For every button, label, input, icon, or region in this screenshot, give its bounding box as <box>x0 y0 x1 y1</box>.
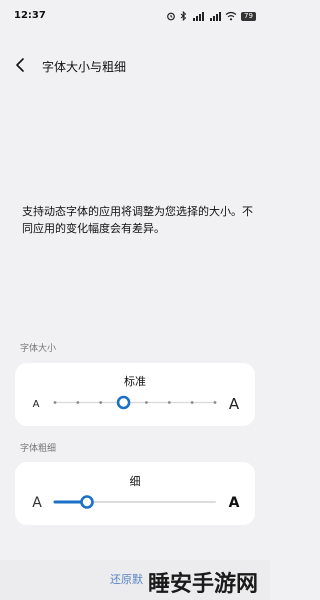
watermark-logo: 睡安手游网 <box>148 572 259 597</box>
font-weight-card: 细 A A <box>15 462 255 525</box>
weight-slider-thumb[interactable] <box>80 495 94 509</box>
large-a-glyph: A <box>229 395 240 413</box>
font-weight-slider[interactable]: A A <box>15 490 255 520</box>
font-size-slider[interactable]: A A <box>15 391 255 421</box>
back-button[interactable] <box>14 57 28 73</box>
font-size-card: 标准 A A <box>15 363 255 426</box>
hd-signal-icon <box>191 11 204 21</box>
description-text: 支持动态字体的应用将调整为您选择的大小。不同应用的变化幅度会有差异。 <box>22 205 253 235</box>
slider-step-dot[interactable] <box>190 401 194 404</box>
slider-step-dot[interactable] <box>167 401 171 404</box>
page-title: 字体大小与粗细 <box>42 60 127 74</box>
bluetooth-icon <box>180 11 187 21</box>
small-a-glyph: A <box>33 399 40 410</box>
slider-step-dot[interactable] <box>145 401 148 404</box>
bold-a-glyph: A <box>229 495 240 511</box>
font-size-slider-thumb[interactable] <box>116 395 131 410</box>
wifi-icon <box>225 11 237 21</box>
font-weight-current-label: 细 <box>129 475 141 488</box>
font-size-section-label: 字体大小 <box>20 344 57 354</box>
slider-step-dot[interactable] <box>76 401 80 404</box>
font-size-current-label: 标准 <box>124 375 146 388</box>
thin-a-glyph: A <box>32 495 42 511</box>
alarm-icon <box>166 11 176 21</box>
battery-icon: 79 <box>241 11 256 21</box>
slider-step-dot[interactable] <box>213 401 217 404</box>
hd-signal-icon <box>208 11 221 21</box>
slider-step-dot[interactable] <box>53 401 57 404</box>
font-weight-section-label: 字体粗细 <box>20 444 57 454</box>
slider-step-dot[interactable] <box>99 401 103 404</box>
status-time: 12:37 <box>14 10 46 21</box>
reset-default-button[interactable]: 还原默 <box>110 571 143 587</box>
chevron-left-icon <box>16 58 24 72</box>
status-icons: 79 <box>166 10 256 22</box>
